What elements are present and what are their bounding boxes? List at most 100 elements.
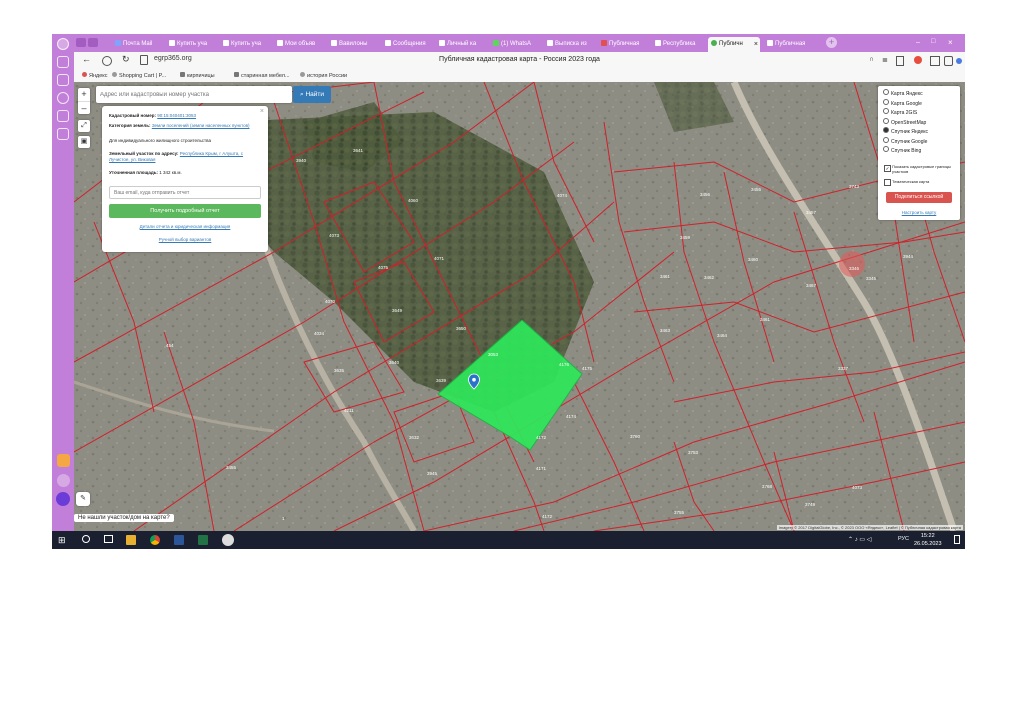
tab[interactable]: Купить уча: [220, 37, 273, 52]
close-icon[interactable]: ×: [754, 37, 758, 52]
tab[interactable]: Вавилоны: [328, 37, 381, 52]
parcel-label: 3649: [392, 308, 403, 313]
app-icon[interactable]: [57, 454, 70, 467]
not-found-prompt[interactable]: Не нашли участок/дом на карте?: [74, 514, 174, 522]
headphones-icon[interactable]: ∩: [869, 56, 874, 63]
clock-time: 15:22: [920, 533, 935, 539]
excel-icon[interactable]: [198, 535, 208, 545]
map-view[interactable]: 3940 3641 4060 4074 4073 4075 4071 4070 …: [74, 82, 965, 531]
parcel-label: 3640: [389, 360, 400, 365]
layer-switcher-panel: Карта Яндекс Карта Google Карта 2GIS OpenSt…: [878, 86, 960, 220]
radio-icon: [883, 98, 889, 105]
zoom-in-button[interactable]: +: [78, 88, 90, 101]
zoom-out-button[interactable]: –: [78, 101, 90, 114]
edit-icon[interactable]: ✎: [76, 492, 90, 506]
tab[interactable]: Купить уча: [166, 37, 219, 52]
parcel-label: 3755: [674, 510, 685, 515]
tab[interactable]: Личный ка: [436, 37, 489, 52]
notes-icon[interactable]: [57, 474, 70, 487]
tab-active[interactable]: Публичн ×: [708, 37, 760, 52]
task-view-icon[interactable]: [104, 535, 113, 543]
reading-mode-icon[interactable]: ≣: [882, 56, 888, 64]
bookmark-page-icon[interactable]: [896, 56, 904, 66]
tab[interactable]: Почта Mail: [112, 37, 165, 52]
tab-favicon-icon: [711, 40, 717, 46]
parcel-label: 3462: [704, 275, 715, 280]
clock[interactable]: 15:22 26.05.2023: [914, 532, 942, 548]
minimize-icon[interactable]: –: [916, 39, 920, 46]
new-tab-icon[interactable]: +: [826, 37, 837, 48]
tab-list-icon[interactable]: [88, 38, 98, 47]
layer-option[interactable]: OpenStreetMap: [883, 117, 926, 127]
cadastral-checkbox[interactable]: ✓: [884, 165, 891, 172]
layer-option[interactable]: Карта Яндекс: [883, 89, 923, 98]
windows-start-icon[interactable]: ⊞: [58, 535, 68, 545]
bookmark-item[interactable]: Shopping Cart | P...: [112, 70, 166, 82]
parcel-label: 3945: [427, 471, 438, 476]
search-input[interactable]: [96, 86, 266, 103]
bookmark-item[interactable]: старинная мебел...: [234, 70, 290, 82]
bookmark-item[interactable]: Яндекс: [82, 70, 108, 82]
tab[interactable]: Мои объяв: [274, 37, 327, 52]
tab[interactable]: (1) WhatsA: [490, 37, 543, 52]
play-icon[interactable]: [57, 92, 69, 104]
tab[interactable]: Сообщения: [382, 37, 435, 52]
get-report-button[interactable]: Получить подробный отчет: [109, 204, 261, 218]
tab[interactable]: Республика: [652, 37, 705, 52]
shield-icon[interactable]: [944, 56, 953, 66]
parcel-label: 3467: [806, 283, 817, 288]
tab[interactable]: Публичная: [598, 37, 651, 52]
input-language[interactable]: РУС: [898, 536, 909, 542]
window-close-icon[interactable]: ×: [948, 38, 953, 47]
thematic-checkbox[interactable]: [884, 179, 891, 186]
manual-select-link[interactable]: Ручной выбор вариантов: [102, 237, 268, 242]
radio-icon: [883, 108, 889, 114]
parcel-label: 3463: [660, 328, 671, 333]
tab[interactable]: Публичная: [764, 37, 817, 52]
yandex-browser-icon[interactable]: [222, 534, 234, 546]
search-button[interactable]: ⌕ Найти: [293, 86, 331, 103]
extensions-icon[interactable]: [57, 128, 69, 140]
profile-icon[interactable]: [57, 38, 69, 50]
downloads-icon[interactable]: [57, 110, 69, 122]
category-link[interactable]: Земли поселений (земли населенных пункто…: [152, 123, 250, 128]
parcel-label: 3464: [717, 333, 728, 338]
tabs-menu-icon[interactable]: [76, 38, 86, 47]
layer-option-label: Карта Яндекс: [891, 91, 923, 97]
cadastral-number-link[interactable]: 90:15:040401:3053: [157, 113, 196, 118]
tray-icons[interactable]: ⌃ ♪ ▭ ◁: [848, 536, 871, 543]
downloads-icon[interactable]: [956, 58, 962, 64]
file-explorer-icon[interactable]: [126, 535, 136, 545]
word-icon[interactable]: [174, 535, 184, 545]
extension-icon[interactable]: [930, 56, 940, 66]
chrome-icon[interactable]: [150, 535, 160, 545]
extension-icon[interactable]: [914, 56, 922, 64]
bookmark-item[interactable]: история России: [300, 70, 347, 82]
map-settings-link[interactable]: Настроить карту: [878, 210, 960, 215]
fullscreen-icon[interactable]: ⤢: [78, 120, 90, 132]
email-input[interactable]: [109, 186, 261, 199]
history-icon[interactable]: [57, 56, 69, 68]
bookmarks-icon[interactable]: [57, 74, 69, 86]
parcel-label: 4172: [536, 435, 547, 440]
address-row: Земельный участок по адресу: Республика …: [109, 151, 244, 162]
layer-option[interactable]: Карта 2GIS: [883, 108, 917, 117]
layer-option[interactable]: Спутник Google: [883, 136, 927, 146]
layer-option[interactable]: Спутник Bing: [883, 146, 921, 155]
report-details-link[interactable]: Детали отчета и юридическая информация: [102, 224, 268, 229]
yandex-icon: [82, 72, 87, 77]
bookmark-item[interactable]: кирпичицы: [180, 70, 215, 82]
layer-option[interactable]: Спутник Яндекс: [883, 127, 928, 136]
search-icon[interactable]: [82, 535, 90, 543]
maximize-icon[interactable]: □: [931, 38, 935, 45]
print-icon[interactable]: ▣: [78, 136, 90, 148]
page-icon: [234, 72, 239, 77]
close-icon[interactable]: ×: [260, 108, 264, 115]
tab[interactable]: Выписка из: [544, 37, 597, 52]
cart-icon: [112, 72, 117, 77]
layer-option[interactable]: Карта Google: [883, 98, 922, 108]
share-link-button[interactable]: Поделиться ссылкой: [886, 192, 952, 203]
parcel-label: 454: [166, 343, 174, 348]
alice-icon[interactable]: [56, 492, 70, 506]
notifications-icon[interactable]: [954, 535, 960, 544]
